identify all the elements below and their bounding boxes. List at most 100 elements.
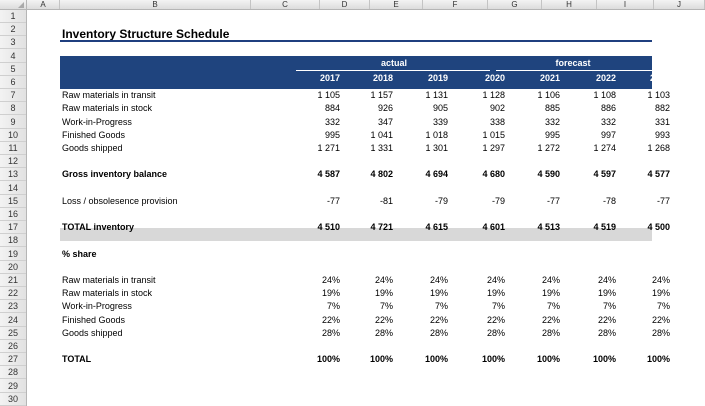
item-2-value-2021[interactable]: 885 — [510, 102, 560, 115]
row-header-23[interactable]: 23 — [0, 300, 26, 314]
item-1-value-2018[interactable]: 1 157 — [343, 89, 393, 102]
row-header-20[interactable]: 20 — [0, 261, 26, 274]
share-item-3-label[interactable]: Work-in-Progress — [62, 300, 282, 313]
total-inventory-value-2018[interactable]: 4 721 — [343, 221, 393, 234]
loss-provision-value-2017[interactable]: -77 — [290, 195, 340, 208]
row-header-5[interactable]: 5 — [0, 63, 26, 76]
item-4-value-2022[interactable]: 997 — [566, 129, 616, 142]
row-header-16[interactable]: 16 — [0, 208, 26, 221]
loss-provision-value-2022[interactable]: -78 — [566, 195, 616, 208]
row-header-13[interactable]: 13 — [0, 168, 26, 182]
item-4-value-2017[interactable]: 995 — [290, 129, 340, 142]
column-header-b[interactable]: B — [60, 0, 251, 9]
loss-provision-value-2021[interactable]: -77 — [510, 195, 560, 208]
share-heading[interactable]: % share — [62, 248, 282, 261]
item-2-value-2017[interactable]: 884 — [290, 102, 340, 115]
item-1-value-2017[interactable]: 1 105 — [290, 89, 340, 102]
row-header-26[interactable]: 26 — [0, 340, 26, 353]
share-item-1-value-2019[interactable]: 24% — [398, 274, 448, 287]
item-4-value-2018[interactable]: 1 041 — [343, 129, 393, 142]
share-item-5-value-2023[interactable]: 28% — [620, 327, 670, 340]
share-item-1-value-2021[interactable]: 24% — [510, 274, 560, 287]
item-5-value-2023[interactable]: 1 268 — [620, 142, 670, 155]
item-4-value-2021[interactable]: 995 — [510, 129, 560, 142]
gross-inventory-value-2018[interactable]: 4 802 — [343, 168, 393, 181]
share-item-3-value-2020[interactable]: 7% — [455, 300, 505, 313]
item-4-value-2023[interactable]: 993 — [620, 129, 670, 142]
item-3-value-2017[interactable]: 332 — [290, 116, 340, 129]
share-item-5-value-2020[interactable]: 28% — [455, 327, 505, 340]
loss-provision-value-2018[interactable]: -81 — [343, 195, 393, 208]
total-share-value-2020[interactable]: 100% — [455, 353, 505, 366]
item-4-label[interactable]: Finished Goods — [62, 129, 282, 142]
column-header-i[interactable]: I — [597, 0, 654, 9]
share-item-1-value-2023[interactable]: 24% — [620, 274, 670, 287]
column-header-f[interactable]: F — [423, 0, 488, 9]
share-item-1-value-2017[interactable]: 24% — [290, 274, 340, 287]
item-2-value-2020[interactable]: 902 — [455, 102, 505, 115]
column-header-e[interactable]: E — [370, 0, 423, 9]
total-inventory-value-2019[interactable]: 4 615 — [398, 221, 448, 234]
row-header-4[interactable]: 4 — [0, 50, 26, 63]
item-5-value-2021[interactable]: 1 272 — [510, 142, 560, 155]
item-3-value-2020[interactable]: 338 — [455, 116, 505, 129]
total-inventory-value-2023[interactable]: 4 500 — [620, 221, 670, 234]
share-item-2-value-2022[interactable]: 19% — [566, 287, 616, 300]
item-5-value-2020[interactable]: 1 297 — [455, 142, 505, 155]
row-header-3[interactable]: 3 — [0, 36, 26, 50]
column-header-d[interactable]: D — [320, 0, 370, 9]
share-item-2-value-2018[interactable]: 19% — [343, 287, 393, 300]
gross-inventory-value-2022[interactable]: 4 597 — [566, 168, 616, 181]
item-3-value-2019[interactable]: 339 — [398, 116, 448, 129]
item-1-value-2021[interactable]: 1 106 — [510, 89, 560, 102]
item-1-value-2020[interactable]: 1 128 — [455, 89, 505, 102]
row-header-9[interactable]: 9 — [0, 116, 26, 129]
year-header-2017[interactable]: 2017 — [290, 72, 340, 85]
row-header-11[interactable]: 11 — [0, 142, 26, 155]
share-item-5-label[interactable]: Goods shipped — [62, 327, 282, 340]
share-item-4-value-2019[interactable]: 22% — [398, 314, 448, 327]
item-5-label[interactable]: Goods shipped — [62, 142, 282, 155]
row-header-18[interactable]: 18 — [0, 234, 26, 248]
share-item-5-value-2018[interactable]: 28% — [343, 327, 393, 340]
item-3-value-2023[interactable]: 331 — [620, 116, 670, 129]
share-item-4-label[interactable]: Finished Goods — [62, 314, 282, 327]
row-header-24[interactable]: 24 — [0, 314, 26, 327]
item-4-value-2019[interactable]: 1 018 — [398, 129, 448, 142]
gross-inventory-label[interactable]: Gross inventory balance — [62, 168, 282, 181]
share-item-2-value-2019[interactable]: 19% — [398, 287, 448, 300]
share-item-2-label[interactable]: Raw materials in stock — [62, 287, 282, 300]
item-3-value-2022[interactable]: 332 — [566, 116, 616, 129]
item-4-value-2020[interactable]: 1 015 — [455, 129, 505, 142]
item-2-value-2023[interactable]: 882 — [620, 102, 670, 115]
share-item-4-value-2020[interactable]: 22% — [455, 314, 505, 327]
share-item-5-value-2021[interactable]: 28% — [510, 327, 560, 340]
gross-inventory-value-2017[interactable]: 4 587 — [290, 168, 340, 181]
row-header-17[interactable]: 17 — [0, 221, 26, 235]
row-header-22[interactable]: 22 — [0, 287, 26, 301]
group-forecast-label[interactable]: forecast — [496, 58, 650, 69]
row-header-6[interactable]: 6 — [0, 76, 26, 89]
share-item-3-value-2023[interactable]: 7% — [620, 300, 670, 313]
column-header-h[interactable]: H — [542, 0, 597, 9]
share-item-5-value-2022[interactable]: 28% — [566, 327, 616, 340]
share-item-2-value-2021[interactable]: 19% — [510, 287, 560, 300]
year-header-2018[interactable]: 2018 — [343, 72, 393, 85]
row-header-28[interactable]: 28 — [0, 366, 26, 380]
item-3-value-2021[interactable]: 332 — [510, 116, 560, 129]
row-header-29[interactable]: 29 — [0, 380, 26, 393]
row-header-1[interactable]: 1 — [0, 10, 26, 23]
share-item-2-value-2023[interactable]: 19% — [620, 287, 670, 300]
item-2-value-2022[interactable]: 886 — [566, 102, 616, 115]
share-item-1-value-2018[interactable]: 24% — [343, 274, 393, 287]
year-header-2022[interactable]: 2022 — [566, 72, 616, 85]
share-item-2-value-2017[interactable]: 19% — [290, 287, 340, 300]
item-3-label[interactable]: Work-in-Progress — [62, 116, 282, 129]
item-1-value-2023[interactable]: 1 103 — [620, 89, 670, 102]
group-actual-label[interactable]: actual — [300, 58, 488, 69]
share-item-3-value-2022[interactable]: 7% — [566, 300, 616, 313]
gross-inventory-value-2021[interactable]: 4 590 — [510, 168, 560, 181]
share-item-4-value-2021[interactable]: 22% — [510, 314, 560, 327]
row-header-7[interactable]: 7 — [0, 89, 26, 103]
share-item-4-value-2022[interactable]: 22% — [566, 314, 616, 327]
